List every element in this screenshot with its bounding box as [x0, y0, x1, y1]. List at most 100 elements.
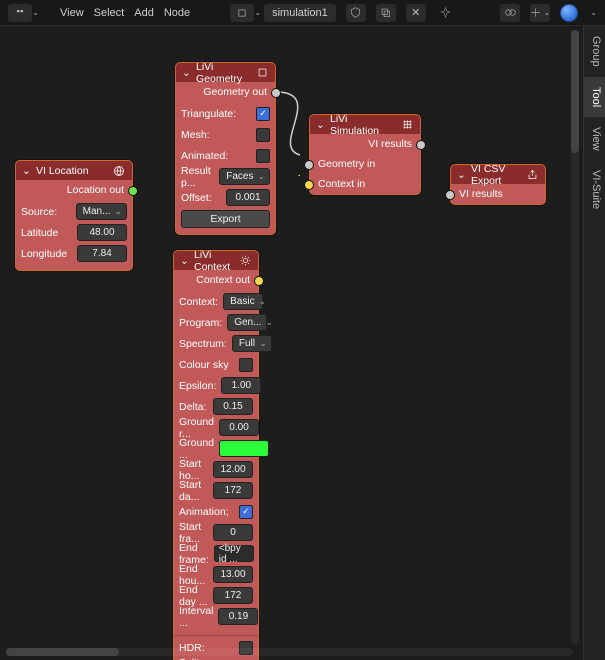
node-title: VI Location [36, 165, 108, 177]
tab-vi-suite[interactable]: VI-Suite [584, 160, 605, 219]
prop-label: Animation; [179, 506, 234, 518]
socket-out[interactable] [128, 186, 138, 196]
shield-icon[interactable] [346, 4, 366, 22]
node-title: LiVi Simulation [330, 113, 396, 137]
animated-check[interactable] [256, 149, 270, 163]
menubar: ⌄ View Select Add Node ⌄ simulation1 ✕ ⌄… [0, 0, 605, 26]
prop-label: Start da... [179, 479, 208, 503]
node-canvas[interactable]: ⌄ VI Location Location out Source: Man..… [0, 26, 583, 660]
snap-icon[interactable]: ⌄ [530, 4, 550, 22]
select[interactable]: Full [232, 335, 272, 352]
tab-tool[interactable]: Tool [584, 77, 605, 117]
number-input[interactable]: 0.00 [219, 419, 259, 436]
node-vi-location[interactable]: ⌄ VI Location Location out Source: Man..… [15, 160, 133, 271]
node-header[interactable]: ⌄ VI Location [16, 161, 132, 180]
node-title: LiVi Geometry [196, 61, 251, 85]
out-location: Location out [16, 180, 132, 200]
prop-label: Offset: [181, 192, 221, 204]
prop-label: Delta: [179, 401, 208, 413]
socket-in[interactable] [445, 190, 455, 200]
out-geometry: Geometry out [176, 82, 275, 102]
in-geometry: Geometry in [310, 154, 420, 174]
nodetree-name[interactable]: simulation1 [264, 4, 336, 22]
out-results: VI results [310, 134, 420, 154]
node-livi-simulation[interactable]: ⌄ LiVi Simulation VI results Geometry in… [309, 114, 421, 195]
menu-add[interactable]: Add [134, 0, 154, 26]
text-field[interactable]: <bpy id ... [214, 545, 254, 562]
collapse-icon[interactable]: ⌄ [457, 169, 467, 181]
prop-label: Spectrum: [179, 338, 227, 350]
socket-in[interactable] [304, 180, 314, 190]
number-input[interactable]: 0.19 [218, 608, 258, 625]
socket-label: Context in [318, 178, 365, 190]
prop-label: Program: [179, 317, 222, 329]
node-title: LiVi Context [194, 249, 234, 273]
out-context: Context out [174, 270, 258, 290]
export-button[interactable]: Export [181, 210, 270, 228]
tab-view[interactable]: View [584, 117, 605, 161]
number-input[interactable]: 0.15 [213, 398, 253, 415]
result-select[interactable]: Faces [219, 168, 270, 185]
select[interactable]: Basic [223, 293, 263, 310]
node-header[interactable]: ⌄ LiVi Geometry [176, 63, 275, 82]
prop-label: Result p... [181, 165, 214, 189]
prop-label: Epsilon: [179, 380, 216, 392]
duplicate-icon[interactable] [376, 4, 396, 22]
number-input[interactable]: 0 [213, 524, 253, 541]
collapse-icon[interactable]: ⌄ [182, 67, 192, 79]
socket-out[interactable] [416, 140, 426, 150]
nodetree-type-dropdown[interactable]: ⌄ [230, 4, 254, 22]
socket-label: VI results [459, 188, 503, 200]
cube-icon [255, 66, 269, 80]
node-header[interactable]: ⌄ LiVi Context [174, 251, 258, 270]
editor-type-dropdown[interactable]: ⌄ [8, 4, 32, 22]
number-input[interactable]: 172 [213, 587, 253, 604]
menu-node[interactable]: Node [164, 0, 190, 26]
node-livi-context[interactable]: ⌄ LiVi Context Context out Context:Basic… [173, 250, 259, 660]
prop-label: Colour sky [179, 359, 234, 371]
collapse-icon[interactable]: ⌄ [22, 165, 32, 177]
offset-input[interactable]: 0.001 [226, 189, 270, 206]
socket-label: Context out [196, 274, 250, 286]
pin-icon[interactable] [436, 4, 456, 22]
prop-label: Mesh: [181, 129, 251, 141]
close-icon[interactable]: ✕ [406, 4, 426, 22]
latitude-input[interactable]: 48.00 [77, 224, 127, 241]
select[interactable]: Gen... [227, 314, 267, 331]
number-input[interactable]: 12.00 [213, 461, 253, 478]
collapse-icon[interactable]: ⌄ [316, 119, 326, 131]
prop-label: Triangulate: [181, 108, 251, 120]
checkbox[interactable] [239, 505, 253, 519]
socket-in[interactable] [304, 160, 314, 170]
collapse-icon[interactable]: ⌄ [180, 255, 190, 267]
number-input[interactable]: 172 [213, 482, 253, 499]
vertical-scrollbar[interactable] [571, 30, 579, 644]
source-select[interactable]: Man... [76, 203, 127, 220]
node-vi-csv-export[interactable]: ⌄ VI CSV Export VI results [450, 164, 546, 205]
triangulate-check[interactable] [256, 107, 270, 121]
longitude-input[interactable]: 7.84 [77, 245, 127, 262]
menu-select[interactable]: Select [94, 0, 125, 26]
horizontal-scrollbar[interactable] [6, 648, 573, 656]
socket-out[interactable] [254, 276, 264, 286]
prop-label: Split channels: [179, 657, 234, 660]
prop-label: Longitude [21, 248, 72, 260]
color-swatch[interactable] [219, 440, 269, 457]
tab-group[interactable]: Group [584, 26, 605, 77]
node-livi-geometry[interactable]: ⌄ LiVi Geometry Geometry out Triangulate… [175, 62, 276, 235]
socket-out[interactable] [271, 88, 281, 98]
node-title: VI CSV Export [471, 163, 521, 187]
checkbox[interactable] [239, 358, 253, 372]
menu-view[interactable]: View [60, 0, 84, 26]
node-header[interactable]: ⌄ VI CSV Export [451, 165, 545, 184]
globe-caret[interactable]: ⌄ [590, 8, 597, 17]
globe-icon[interactable] [560, 4, 578, 22]
grid-icon [400, 118, 414, 132]
node-header[interactable]: ⌄ LiVi Simulation [310, 115, 420, 134]
mesh-check[interactable] [256, 128, 270, 142]
sun-icon [238, 254, 252, 268]
prop-label: Context: [179, 296, 218, 308]
number-input[interactable]: 1.00 [221, 377, 261, 394]
number-input[interactable]: 13.00 [213, 566, 253, 583]
overlay-icon[interactable] [500, 4, 520, 22]
